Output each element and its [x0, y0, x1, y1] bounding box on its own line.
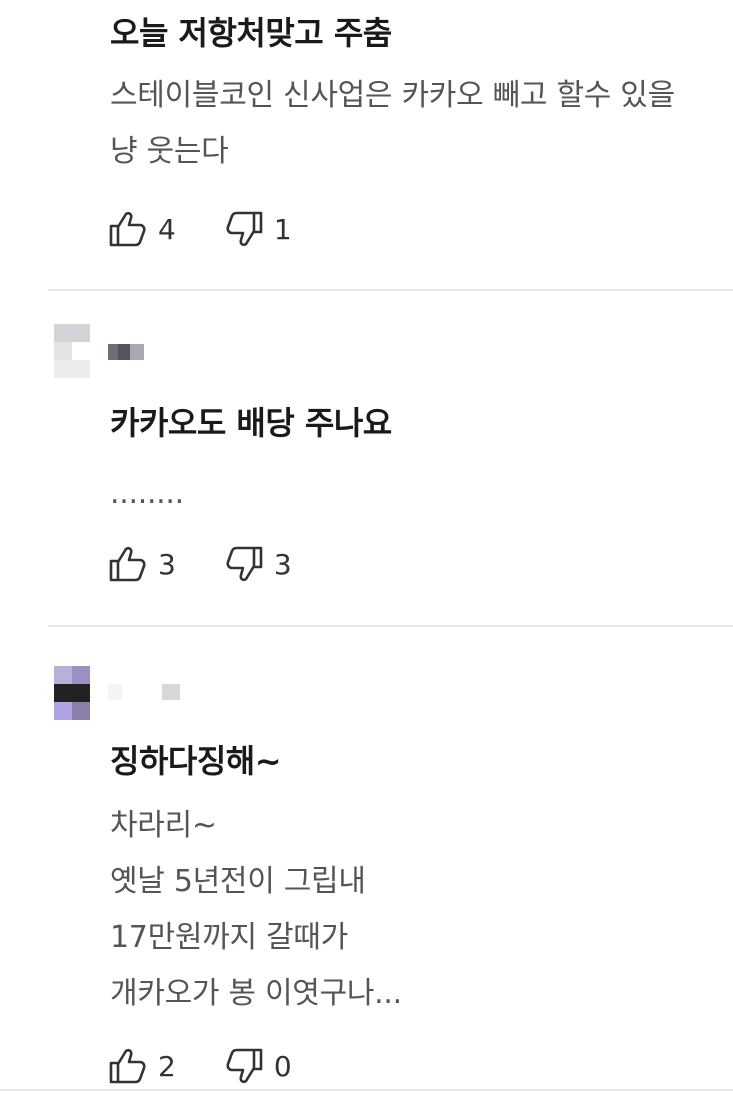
like-count: 3 [158, 547, 176, 581]
vote-bar: 3 3 [108, 544, 292, 584]
avatar[interactable] [54, 324, 90, 378]
like-count: 4 [158, 212, 176, 246]
dislike-button[interactable]: 1 [224, 209, 292, 249]
avatar[interactable] [54, 666, 90, 720]
thumbs-down-icon [224, 1046, 264, 1086]
thumbs-down-icon [224, 209, 264, 249]
thumbs-up-icon [108, 209, 148, 249]
comment-title: 오늘 저항처맞고 주춤 [110, 14, 392, 52]
comment-title: 징하다징해~ [110, 742, 282, 780]
dislike-button[interactable]: 3 [224, 544, 292, 584]
dislike-count: 1 [273, 212, 292, 246]
comment-body: 스테이블코인 신사업은 카카오 빼고 할수 있을 냥 웃는다 [110, 78, 675, 169]
dislike-count: 3 [273, 547, 292, 581]
thumbs-up-icon [108, 1046, 148, 1086]
like-button[interactable]: 4 [108, 209, 176, 249]
comment-item: 오늘 저항처맞고 주춤 스테이블코인 신사업은 카카오 빼고 할수 있을 냥 웃… [0, 0, 733, 290]
like-button[interactable]: 2 [108, 1046, 176, 1086]
dislike-button[interactable]: 0 [224, 1046, 292, 1086]
nickname[interactable] [108, 344, 144, 360]
comment-item: 징하다징해~ 차라리~ 옛날 5년전이 그립내 17만원까지 갈때가 개카오가 … [0, 626, 733, 1086]
like-button[interactable]: 3 [108, 544, 176, 584]
comment-body: ........ [110, 476, 184, 511]
comment-item: 카카오도 배당 주나요 ........ 3 3 [0, 290, 733, 626]
like-count: 2 [158, 1049, 176, 1083]
comment-title: 카카오도 배당 주나요 [110, 404, 392, 442]
comment-divider [0, 1089, 733, 1091]
vote-bar: 4 1 [108, 209, 292, 249]
nickname[interactable] [108, 684, 180, 700]
vote-bar: 2 0 [108, 1046, 292, 1086]
comment-body: 차라리~ 옛날 5년전이 그립내 17만원까지 갈때가 개카오가 봉 이엿구나.… [110, 808, 402, 1011]
dislike-count: 0 [273, 1049, 292, 1083]
thumbs-up-icon [108, 544, 148, 584]
thumbs-down-icon [224, 544, 264, 584]
